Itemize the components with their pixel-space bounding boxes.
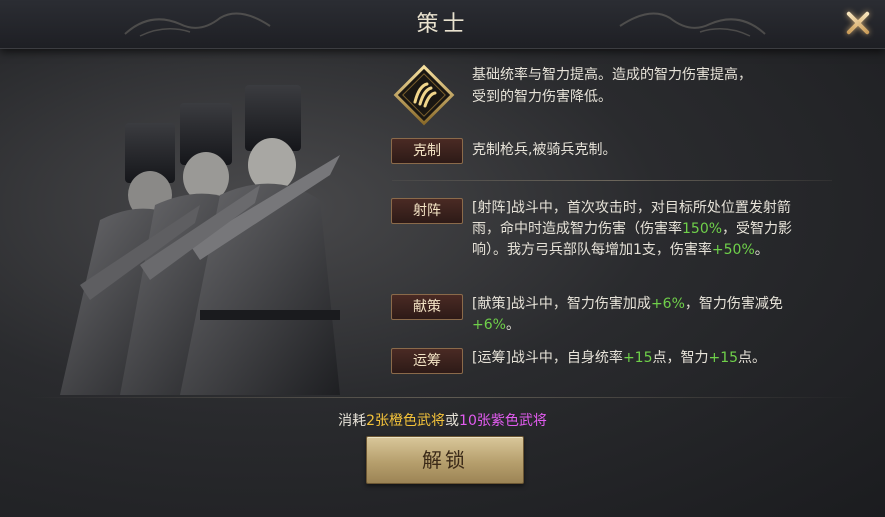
description-line-1: 基础统率与智力提高。造成的智力伤害提高，: [472, 67, 752, 83]
description-line-2: 受到的智力伤害降低。: [472, 89, 612, 105]
cost-or: 或: [445, 413, 460, 429]
class-description: 基础统率与智力提高。造成的智力伤害提高， 受到的智力伤害降低。: [472, 64, 842, 108]
skill-text-part: 。: [505, 317, 520, 333]
counter-text: 克制枪兵,被骑兵克制。: [472, 142, 617, 158]
cost-prefix: 消耗: [338, 413, 367, 429]
footer-divider: [28, 397, 858, 398]
skill-value: +50%: [711, 242, 755, 258]
skill-value: +15: [708, 350, 739, 366]
skill-text-part: 点。: [738, 350, 767, 366]
skill-text-part: [运筹]战斗中，自身统率: [472, 350, 623, 366]
title-bar: 策士: [0, 0, 885, 49]
section-divider: [392, 180, 832, 181]
page-title: 策士: [416, 12, 469, 37]
skill-text-xiance: [献策]战斗中，智力伤害加成+6%，智力伤害减免+6%。: [472, 294, 817, 336]
skill-text-part: ，智力伤害减免: [684, 296, 783, 312]
cost-purple-generals: 10张紫色武将: [459, 413, 547, 429]
unlock-button[interactable]: 解锁: [366, 436, 524, 484]
skill-value: 150%: [682, 221, 723, 237]
skill-tag-xiance: 献策: [391, 294, 463, 320]
skill-text-yunchou: [运筹]战斗中，自身统率+15点，智力+15点。: [472, 348, 817, 369]
skill-text-part: [献策]战斗中，智力伤害加成: [472, 296, 651, 312]
strategist-soldiers-illustration: [60, 85, 340, 395]
strategist-claw-icon: [393, 64, 455, 126]
skill-value: +15: [622, 350, 653, 366]
close-icon[interactable]: [839, 4, 877, 42]
counter-tag: 克制: [391, 138, 463, 164]
skill-text-part: 点，智力: [652, 350, 709, 366]
skill-value: +6%: [472, 317, 506, 333]
skill-tag-yunchou: 运筹: [391, 348, 463, 374]
cost-orange-generals: 2张橙色武将: [366, 413, 446, 429]
skill-text-part: 。: [754, 242, 769, 258]
skill-text-shezhen: [射阵]战斗中，首次攻击时，对目标所处位置发射箭雨，命中时造成智力伤害（伤害率1…: [472, 198, 817, 261]
unlock-cost: 消耗2张橙色武将或10张紫色武将: [0, 410, 885, 430]
skill-value: +6%: [650, 296, 685, 312]
skill-tag-shezhen: 射阵: [391, 198, 463, 224]
